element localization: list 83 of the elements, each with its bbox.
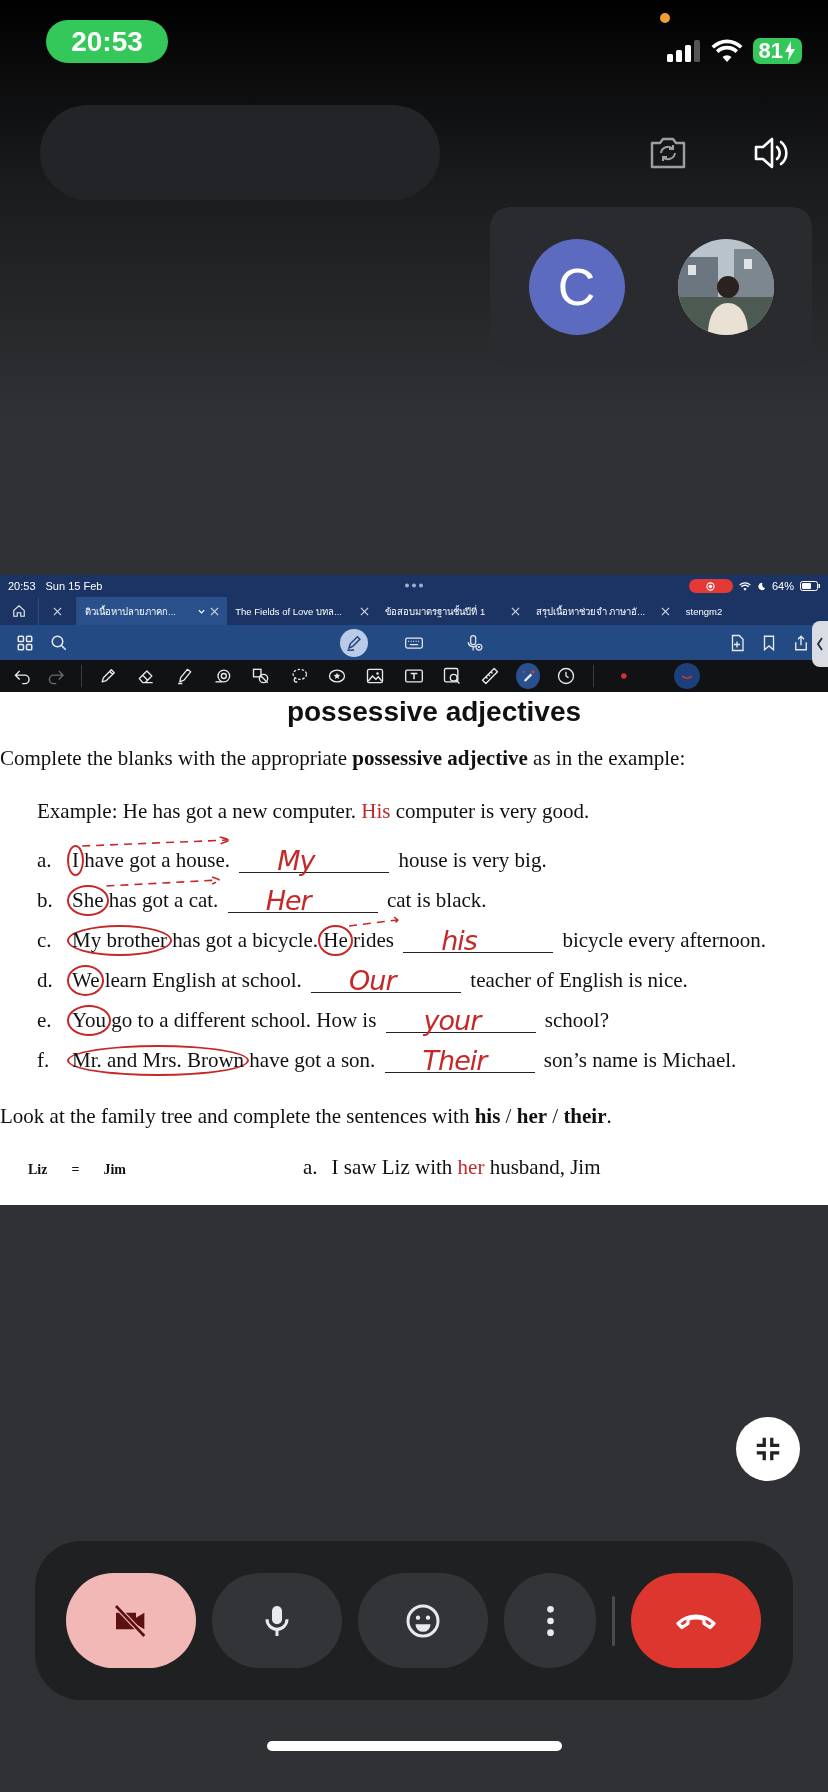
sentence-text: have got a son. (248, 1047, 377, 1072)
close-icon[interactable] (52, 606, 62, 616)
handwritten-answer: your (423, 1005, 481, 1036)
browser-tab[interactable]: สรุปเนื้อหาช่วยจำ ภาษาอั... (527, 597, 678, 625)
charging-icon (784, 41, 796, 61)
browser-tab[interactable]: The Fields of Love บทล... (227, 597, 378, 625)
instruction-text: Look at the family tree and complete the sentences with his / her / their. (0, 1104, 613, 1129)
sentence-text: have got a house. (83, 847, 232, 872)
item-letter: b. (37, 887, 54, 913)
wifi-icon (710, 39, 743, 63)
browser-tab[interactable]: ติวเนื้อหาปลายภาคก... (77, 597, 228, 625)
participant-avatar: C (528, 239, 625, 335)
sentence-text: son’s name is Michael. (542, 1047, 737, 1072)
wifi-icon (738, 581, 751, 591)
sentence-text: learn English at school. (103, 967, 303, 992)
shapes-icon (250, 666, 271, 686)
circled-word: My brother (67, 924, 173, 956)
handwritten-answer: Her (265, 885, 311, 916)
status-time: 20:53 (46, 20, 168, 63)
handwritten-answer: Our (349, 965, 396, 996)
tablet-battery-percent: 64% (771, 580, 794, 592)
sentence-text: house is very big. (397, 847, 547, 872)
sentence-text: I saw Liz with her husband, Jim (331, 1155, 601, 1180)
moon-icon (756, 581, 766, 591)
multitask-dots-icon (404, 583, 424, 588)
battery-icon (800, 581, 820, 591)
circled-word: She (67, 884, 109, 916)
record-icon (706, 581, 716, 591)
item-letter: d. (37, 967, 54, 993)
example-sentence: Example: He has got a new computer. His computer is very good. (36, 799, 591, 824)
circled-word: We (67, 964, 105, 996)
sentence-text: has got a cat. (107, 887, 220, 912)
family-tree-label: Jim (103, 1162, 126, 1178)
browser-tab[interactable]: stengm2 (677, 597, 828, 625)
mode-button[interactable] (340, 628, 368, 657)
ink-dot[interactable] (621, 673, 628, 679)
circled-word: You (67, 1004, 112, 1036)
share-icon[interactable] (792, 633, 810, 652)
clock-icon (556, 666, 577, 686)
close-icon[interactable] (360, 606, 370, 616)
item-letter: f. (37, 1047, 51, 1073)
item-letter: a. (37, 847, 53, 873)
worksheet-title: possessive adjectives (285, 695, 583, 729)
family-tree-label: Liz (28, 1162, 48, 1178)
sentence-text: bicycle every afternoon. (561, 927, 766, 952)
scan-icon (441, 666, 462, 686)
tablet-date: Sun 15 Feb (45, 580, 103, 592)
item-letter: c. (37, 927, 53, 953)
tool-button[interactable] (516, 663, 541, 689)
handwritten-answer: Their (422, 1045, 487, 1076)
sentence-text: rides (352, 927, 395, 952)
handwritten-answer: his (441, 925, 477, 956)
phone-hangup-icon (676, 1611, 716, 1630)
chevron-left-icon[interactable] (816, 636, 824, 652)
handwritten-answer: My (277, 845, 315, 876)
signal-icon (666, 40, 701, 62)
search-icon[interactable] (50, 633, 68, 652)
grid-icon[interactable] (16, 633, 34, 652)
tablet-time: 20:53 (8, 580, 36, 592)
item-letter: e. (37, 1007, 53, 1033)
close-icon[interactable] (210, 606, 220, 616)
circled-word: I (67, 844, 84, 876)
item-letter: a. (303, 1155, 318, 1180)
ruler-icon (480, 666, 500, 686)
circled-word: He (318, 924, 353, 956)
instruction-text: Complete the blanks with the appropriate possessive adjective as in the example: (0, 746, 687, 771)
close-icon[interactable] (660, 606, 670, 616)
close-icon[interactable] (510, 606, 520, 616)
circled-word: Mr. and Mrs. Brown (67, 1044, 250, 1076)
battery-level: 81 (752, 38, 802, 64)
ink-swatch[interactable] (673, 662, 700, 690)
browser-tab[interactable]: ข้อสอบมาตรฐานชั้นปีที่ 1 (377, 597, 528, 625)
home-icon[interactable] (11, 604, 26, 618)
sentence-text: cat is black. (385, 887, 487, 912)
sentence-text: teacher of English is nice. (469, 967, 688, 992)
sentence-text: has got a bicycle. (171, 927, 320, 952)
sentence-text: school? (543, 1007, 609, 1032)
more-icon (545, 1605, 555, 1636)
image-icon (365, 666, 386, 686)
sentence-text: go to a different school. How is (110, 1007, 378, 1032)
privacy-dot-icon (660, 13, 670, 23)
family-tree-label: = (71, 1162, 80, 1178)
side-handle[interactable] (812, 621, 828, 667)
